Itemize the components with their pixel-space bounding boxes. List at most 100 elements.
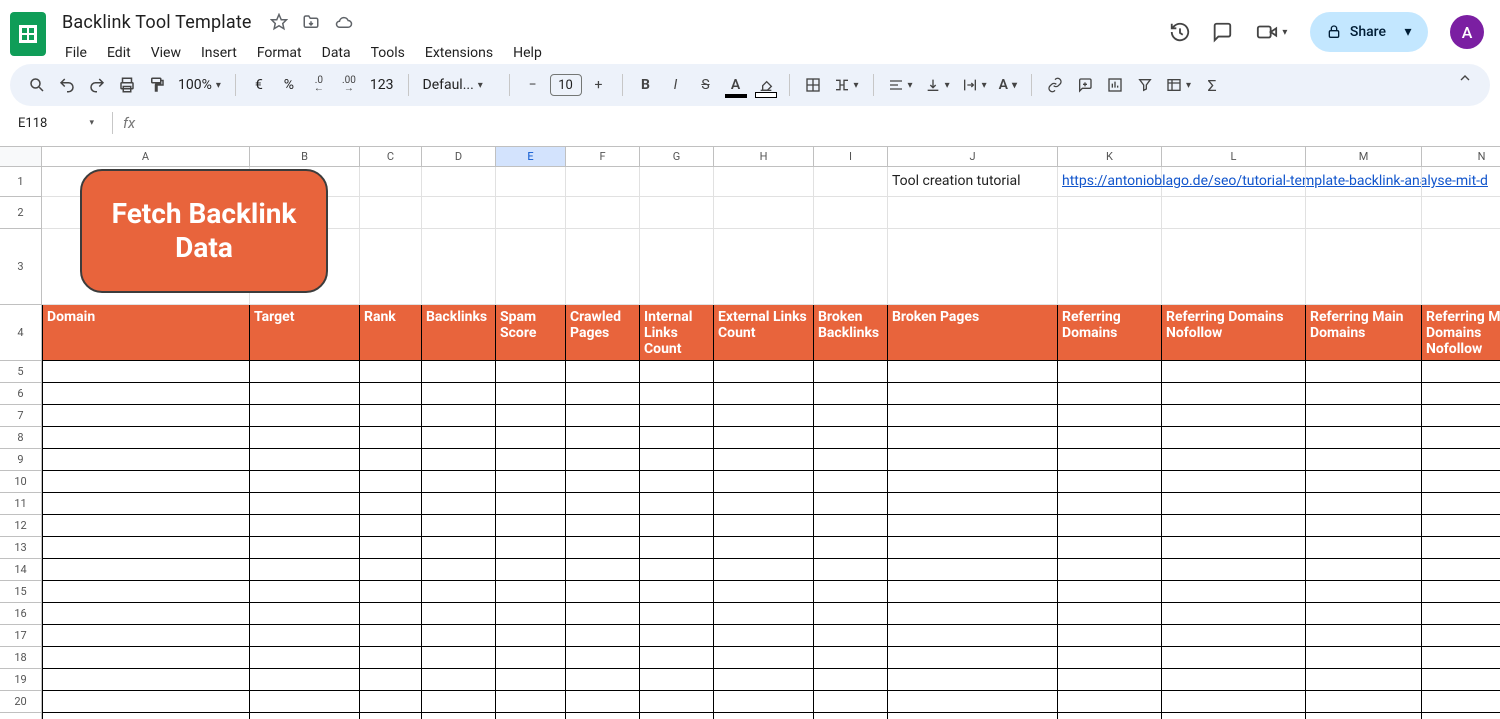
cell-B6[interactable] xyxy=(250,383,360,405)
cell-G16[interactable] xyxy=(640,603,714,625)
cell-F1[interactable] xyxy=(566,167,640,197)
cell-H21[interactable] xyxy=(714,713,814,719)
header-cell-I[interactable]: Broken Backlinks xyxy=(814,305,888,361)
cell-J16[interactable] xyxy=(888,603,1058,625)
cell-D6[interactable] xyxy=(422,383,496,405)
font-size-input[interactable]: 10 xyxy=(550,74,582,96)
cell-N21[interactable] xyxy=(1422,713,1500,719)
cell-E19[interactable] xyxy=(496,669,566,691)
cell-L12[interactable] xyxy=(1162,515,1306,537)
cell-I21[interactable] xyxy=(814,713,888,719)
cell-C1[interactable] xyxy=(360,167,422,197)
cell-H7[interactable] xyxy=(714,405,814,427)
cell-N18[interactable] xyxy=(1422,647,1500,669)
cell-C19[interactable] xyxy=(360,669,422,691)
cell-F5[interactable] xyxy=(566,361,640,383)
cell-G9[interactable] xyxy=(640,449,714,471)
menu-view[interactable]: View xyxy=(142,41,190,65)
cell-D20[interactable] xyxy=(422,691,496,713)
cell-L15[interactable] xyxy=(1162,581,1306,603)
cell-D18[interactable] xyxy=(422,647,496,669)
cell-A7[interactable] xyxy=(42,405,250,427)
cell-B20[interactable] xyxy=(250,691,360,713)
cell-C18[interactable] xyxy=(360,647,422,669)
menu-extensions[interactable]: Extensions xyxy=(416,41,502,65)
cell-C16[interactable] xyxy=(360,603,422,625)
cell-G1[interactable] xyxy=(640,167,714,197)
cell-A6[interactable] xyxy=(42,383,250,405)
cell-J18[interactable] xyxy=(888,647,1058,669)
cell-L6[interactable] xyxy=(1162,383,1306,405)
cell-D12[interactable] xyxy=(422,515,496,537)
cell-E10[interactable] xyxy=(496,471,566,493)
cell-K9[interactable] xyxy=(1058,449,1162,471)
name-box[interactable]: E118 xyxy=(10,111,102,135)
cell-D16[interactable] xyxy=(422,603,496,625)
cell-G15[interactable] xyxy=(640,581,714,603)
cell-G8[interactable] xyxy=(640,427,714,449)
cell-G13[interactable] xyxy=(640,537,714,559)
doc-title[interactable]: Backlink Tool Template xyxy=(56,10,258,35)
row-header-10[interactable]: 10 xyxy=(0,471,42,493)
cell-A15[interactable] xyxy=(42,581,250,603)
cell-H18[interactable] xyxy=(714,647,814,669)
cell-E12[interactable] xyxy=(496,515,566,537)
filter-icon[interactable] xyxy=(1132,71,1158,99)
cell-N7[interactable] xyxy=(1422,405,1500,427)
cell-B10[interactable] xyxy=(250,471,360,493)
column-header-A[interactable]: A xyxy=(42,147,250,167)
cell-N12[interactable] xyxy=(1422,515,1500,537)
cell-F15[interactable] xyxy=(566,581,640,603)
header-cell-M[interactable]: Referring Main Domains xyxy=(1306,305,1422,361)
header-cell-L[interactable]: Referring Domains Nofollow xyxy=(1162,305,1306,361)
cell-M6[interactable] xyxy=(1306,383,1422,405)
cell-H19[interactable] xyxy=(714,669,814,691)
cell-B14[interactable] xyxy=(250,559,360,581)
cell-M14[interactable] xyxy=(1306,559,1422,581)
menu-insert[interactable]: Insert xyxy=(192,41,246,65)
cell-N10[interactable] xyxy=(1422,471,1500,493)
header-cell-J[interactable]: Broken Pages xyxy=(888,305,1058,361)
cell-I14[interactable] xyxy=(814,559,888,581)
cell-L11[interactable] xyxy=(1162,493,1306,515)
cell-D15[interactable] xyxy=(422,581,496,603)
cell-E14[interactable] xyxy=(496,559,566,581)
avatar[interactable]: A xyxy=(1450,15,1484,49)
row-header-13[interactable]: 13 xyxy=(0,537,42,559)
cell-H17[interactable] xyxy=(714,625,814,647)
increase-font-icon[interactable]: + xyxy=(586,71,612,99)
cell-K3[interactable] xyxy=(1058,229,1162,305)
cell-M2[interactable] xyxy=(1306,197,1422,229)
cell-I7[interactable] xyxy=(814,405,888,427)
cell-D2[interactable] xyxy=(422,197,496,229)
cell-D13[interactable] xyxy=(422,537,496,559)
zoom-select[interactable]: 100% xyxy=(174,71,225,99)
cell-E20[interactable] xyxy=(496,691,566,713)
cell-M13[interactable] xyxy=(1306,537,1422,559)
cell-G6[interactable] xyxy=(640,383,714,405)
column-headers[interactable]: ABCDEFGHIJKLMN xyxy=(42,147,1500,167)
column-header-G[interactable]: G xyxy=(640,147,714,167)
cell-K5[interactable] xyxy=(1058,361,1162,383)
row-header-2[interactable]: 2 xyxy=(0,197,42,229)
text-color-icon[interactable]: A xyxy=(723,71,749,99)
cell-K1[interactable]: https://antonioblago.de/seo/tutorial-tem… xyxy=(1058,167,1162,197)
cell-K14[interactable] xyxy=(1058,559,1162,581)
cell-L3[interactable] xyxy=(1162,229,1306,305)
rotate-icon[interactable]: A xyxy=(995,71,1021,99)
cell-N14[interactable] xyxy=(1422,559,1500,581)
cell-I8[interactable] xyxy=(814,427,888,449)
cell-A11[interactable] xyxy=(42,493,250,515)
cell-L8[interactable] xyxy=(1162,427,1306,449)
cell-G20[interactable] xyxy=(640,691,714,713)
cell-L19[interactable] xyxy=(1162,669,1306,691)
fill-color-icon[interactable] xyxy=(753,71,779,99)
header-cell-K[interactable]: Referring Domains xyxy=(1058,305,1162,361)
cell-G17[interactable] xyxy=(640,625,714,647)
cell-J10[interactable] xyxy=(888,471,1058,493)
cell-A21[interactable] xyxy=(42,713,250,719)
cell-E5[interactable] xyxy=(496,361,566,383)
cell-A9[interactable] xyxy=(42,449,250,471)
cell-L9[interactable] xyxy=(1162,449,1306,471)
cell-L18[interactable] xyxy=(1162,647,1306,669)
